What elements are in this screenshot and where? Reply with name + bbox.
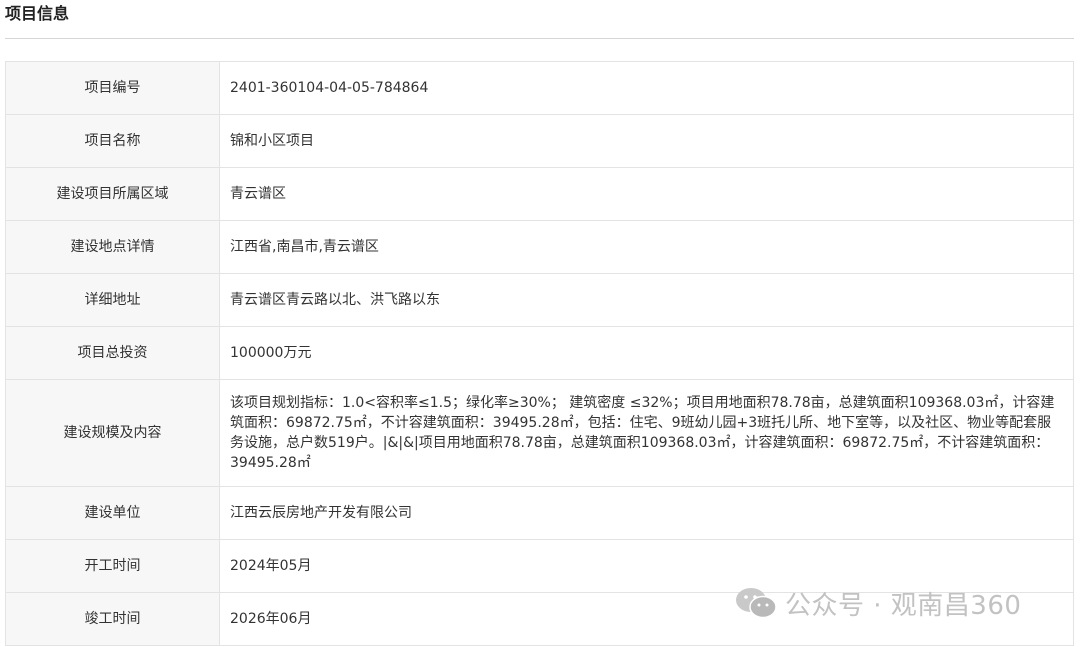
project-info-page: 项目信息 项目编号 2401-360104-04-05-784864 项目名称 … (0, 0, 1080, 647)
table-row-builder: 建设单位 江西云辰房地产开发有限公司 (5, 486, 1074, 540)
wechat-icon (736, 588, 777, 619)
row-label: 建设项目所属区域 (5, 167, 220, 221)
table-row-project-name: 项目名称 锦和小区项目 (5, 114, 1074, 168)
row-value: 江西云辰房地产开发有限公司 (219, 486, 1074, 540)
table-row-region: 建设项目所属区域 青云谱区 (5, 167, 1074, 221)
table-row-location-detail: 建设地点详情 江西省,南昌市,青云谱区 (5, 220, 1074, 274)
row-value: 100000万元 (219, 326, 1074, 380)
row-label: 建设单位 (5, 486, 220, 540)
row-label: 建设地点详情 (5, 220, 220, 274)
project-info-table: 项目编号 2401-360104-04-05-784864 项目名称 锦和小区项… (5, 61, 1074, 646)
section-title: 项目信息 (5, 4, 70, 23)
table-row-total-investment: 项目总投资 100000万元 (5, 326, 1074, 380)
row-label: 项目编号 (5, 61, 220, 115)
row-value: 江西省,南昌市,青云谱区 (219, 220, 1074, 274)
section-header: 项目信息 (5, 0, 1074, 39)
row-value: 锦和小区项目 (219, 114, 1074, 168)
table-row-project-number: 项目编号 2401-360104-04-05-784864 (5, 61, 1074, 115)
table-row-scale-content: 建设规模及内容 该项目规划指标：1.0<容积率≤1.5；绿化率≥30%； 建筑密… (5, 379, 1074, 487)
row-label: 开工时间 (5, 539, 220, 593)
row-value: 青云谱区 (219, 167, 1074, 221)
watermark: 公众号 · 观南昌360 (735, 583, 1021, 623)
row-label: 详细地址 (5, 273, 220, 327)
row-label: 项目总投资 (5, 326, 220, 380)
row-label: 竣工时间 (5, 592, 220, 646)
watermark-text: 公众号 · 观南昌360 (785, 590, 1022, 621)
row-value: 2401-360104-04-05-784864 (219, 61, 1074, 115)
row-value: 该项目规划指标：1.0<容积率≤1.5；绿化率≥30%； 建筑密度 ≤32%；项… (219, 379, 1074, 487)
row-label: 建设规模及内容 (5, 379, 220, 487)
row-value: 青云谱区青云路以北、洪飞路以东 (219, 273, 1074, 327)
table-row-address: 详细地址 青云谱区青云路以北、洪飞路以东 (5, 273, 1074, 327)
row-label: 项目名称 (5, 114, 220, 168)
